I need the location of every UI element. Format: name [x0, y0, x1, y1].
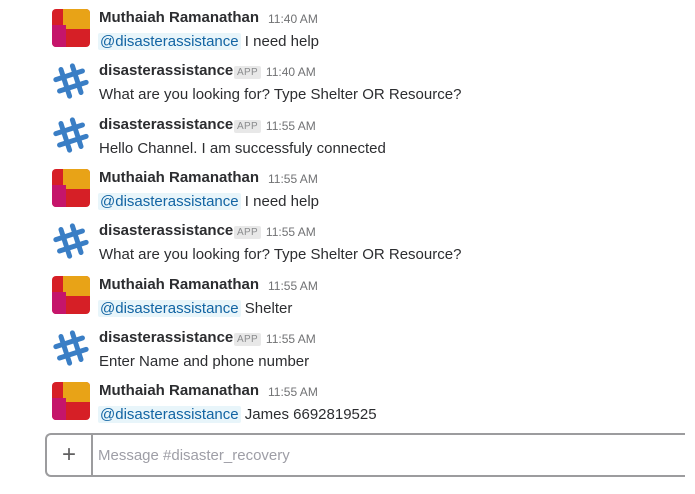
message-meta: APP 11:40 AM [234, 65, 316, 79]
app-badge: APP [234, 65, 261, 79]
message-meta: 11:55 AM [268, 385, 318, 399]
slack-bot-icon[interactable] [52, 62, 90, 100]
message-body: @disasterassistance I need help [98, 33, 320, 50]
message-item: disasterassistance APP 11:55 AM Enter Name … [0, 320, 660, 373]
message-body: Enter Name and phone number [99, 353, 309, 370]
message-item: Muthaiah Ramanathan 11:55 AM @disasterassi… [0, 160, 660, 213]
message-meta: 11:55 AM [268, 279, 318, 293]
message-meta: 11:40 AM [268, 12, 318, 26]
user-mention[interactable]: @disasterassistance [98, 406, 241, 423]
message-text: What are you looking for? Type Shelter O… [99, 86, 462, 103]
message-body: @disasterassistance Shelter [98, 300, 293, 317]
app-badge: APP [234, 225, 261, 239]
message-body: What are you looking for? Type Shelter O… [99, 246, 461, 263]
message-body: @disasterassistance James 6692819525 [98, 406, 377, 423]
message-text: Hello Channel. I am successfuly connecte… [99, 140, 386, 157]
message-text: James 6692819525 [244, 406, 377, 423]
app-badge: APP [234, 332, 261, 346]
message-text: Enter Name and phone number [99, 353, 310, 370]
timestamp[interactable]: 11:55 AM [268, 172, 318, 186]
message-body: @disasterassistance I need help [98, 193, 320, 210]
plus-icon: + [61, 441, 76, 468]
add-attachment-button[interactable]: + [47, 435, 93, 475]
message-item: Muthaiah Ramanathan 11:55 AM @disasterassi… [0, 373, 660, 426]
message-body: What are you looking for? Type Shelter O… [99, 86, 461, 103]
message-item: Muthaiah Ramanathan 11:55 AM @disasterassi… [0, 267, 660, 320]
slack-bot-icon[interactable] [52, 116, 90, 154]
timestamp[interactable]: 11:55 AM [268, 279, 318, 293]
timestamp[interactable]: 11:55 AM [266, 119, 316, 133]
sender-name[interactable]: disasterassistance [99, 116, 233, 133]
message-text: I need help [244, 33, 320, 50]
user-mention[interactable]: @disasterassistance [98, 33, 241, 50]
sender-name[interactable]: Muthaiah Ramanathan [99, 169, 259, 186]
sender-name[interactable]: Muthaiah Ramanathan [99, 9, 259, 26]
user-mention[interactable]: @disasterassistance [98, 193, 241, 210]
timestamp[interactable]: 11:55 AM [266, 225, 316, 239]
message-item: disasterassistance APP 11:40 AM What are yo… [0, 53, 660, 106]
message-text: I need help [244, 193, 320, 210]
user-avatar-icon[interactable] [52, 9, 90, 47]
sender-name[interactable]: Muthaiah Ramanathan [99, 276, 259, 293]
sender-name[interactable]: disasterassistance [99, 62, 233, 79]
message-input[interactable] [98, 435, 658, 475]
message-item: Muthaiah Ramanathan 11:40 AM @disasterassi… [0, 0, 660, 53]
slack-bot-icon[interactable] [52, 329, 90, 367]
sender-name[interactable]: Muthaiah Ramanathan [99, 382, 259, 399]
timestamp[interactable]: 11:40 AM [268, 12, 318, 26]
message-text: What are you looking for? Type Shelter O… [99, 246, 462, 263]
message-item: disasterassistance APP 11:55 AM What are yo… [0, 213, 660, 266]
sender-name[interactable]: disasterassistance [99, 222, 233, 239]
user-avatar-icon[interactable] [52, 276, 90, 314]
user-avatar-icon[interactable] [52, 382, 90, 420]
message-meta: APP 11:55 AM [234, 225, 316, 239]
message-composer: + [45, 433, 685, 477]
timestamp[interactable]: 11:55 AM [266, 332, 316, 346]
message-meta: 11:55 AM [268, 172, 318, 186]
slack-bot-icon[interactable] [52, 222, 90, 260]
timestamp[interactable]: 11:55 AM [268, 385, 318, 399]
message-meta: APP 11:55 AM [234, 119, 316, 133]
message-body: Hello Channel. I am successfuly connecte… [99, 140, 386, 157]
timestamp[interactable]: 11:40 AM [266, 65, 316, 79]
message-text: Shelter [244, 300, 293, 317]
user-mention[interactable]: @disasterassistance [98, 300, 241, 317]
app-badge: APP [234, 119, 261, 133]
message-item: disasterassistance APP 11:55 AM Hello Chann… [0, 107, 660, 160]
user-avatar-icon[interactable] [52, 169, 90, 207]
sender-name[interactable]: disasterassistance [99, 329, 233, 346]
message-meta: APP 11:55 AM [234, 332, 316, 346]
